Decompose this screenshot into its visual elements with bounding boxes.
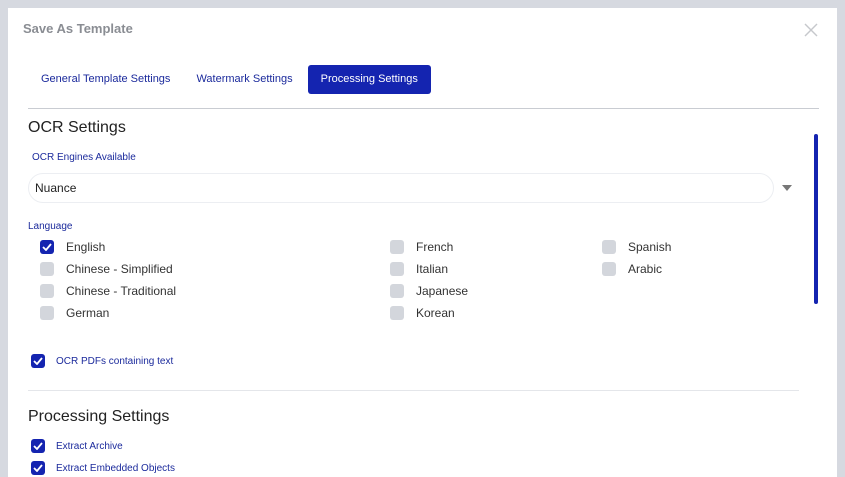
dialog-title: Save As Template [23,21,133,36]
language-option-italian[interactable]: Italian [390,262,448,276]
ocr-pdfs-containing-text-option[interactable]: OCR PDFs containing text [31,354,173,368]
language-label: Language [28,221,73,232]
language-option-french[interactable]: French [390,240,453,254]
language-option-english[interactable]: English [40,240,105,254]
checkmark-icon [33,464,43,472]
checkmark-icon [33,357,43,365]
language-option-chinese-simplified[interactable]: Chinese - Simplified [40,262,173,276]
language-option-japanese[interactable]: Japanese [390,284,468,298]
checkbox[interactable] [31,439,45,453]
checkbox[interactable] [390,284,404,298]
processing-settings-panel: OCR Settings OCR Engines Available Nuanc… [8,109,837,477]
chevron-down-icon[interactable] [782,185,792,191]
checkbox[interactable] [40,262,54,276]
tab-watermark-settings[interactable]: Watermark Settings [183,65,305,94]
checkbox[interactable] [602,262,616,276]
extract-embedded-objects-option[interactable]: Extract Embedded Objects [31,461,175,475]
language-option-label: Japanese [416,284,469,298]
language-option-korean[interactable]: Korean [390,306,455,320]
close-button[interactable] [803,22,819,38]
language-option-label: Chinese - Simplified [66,262,173,276]
ocr-engine-select[interactable]: Nuance [28,173,774,203]
scrollbar-thumb[interactable] [814,134,818,304]
checkbox[interactable] [390,240,404,254]
language-option-label: Italian [416,262,449,276]
extract-archive-label: Extract Archive [56,440,123,452]
language-option-spanish[interactable]: Spanish [602,240,671,254]
checkbox[interactable] [31,354,45,368]
save-as-template-dialog: Save As Template General Template Settin… [8,8,837,477]
section-divider [28,390,799,391]
checkmark-icon [42,243,52,251]
processing-settings-title: Processing Settings [28,408,170,425]
ocr-engines-label: OCR Engines Available [32,152,136,163]
checkbox[interactable] [40,306,54,320]
checkbox[interactable] [40,240,54,254]
checkbox[interactable] [602,240,616,254]
checkbox[interactable] [390,262,404,276]
language-option-label: Korean [416,306,455,320]
checkbox[interactable] [390,306,404,320]
checkbox[interactable] [40,284,54,298]
checkmark-icon [33,442,43,450]
language-option-label: German [66,306,110,320]
language-option-german[interactable]: German [40,306,109,320]
extract-embedded-objects-label: Extract Embedded Objects [56,462,175,474]
ocr-pdfs-label: OCR PDFs containing text [56,355,174,367]
ocr-settings-title: OCR Settings [28,119,126,136]
language-option-label: French [416,240,454,254]
checkbox[interactable] [31,461,45,475]
language-option-label: Spanish [628,240,672,254]
language-option-label: Arabic [628,262,663,276]
tab-bar: General Template Settings Watermark Sett… [28,65,431,94]
tab-processing-settings[interactable]: Processing Settings [307,65,431,94]
language-option-chinese-traditional[interactable]: Chinese - Traditional [40,284,176,298]
language-option-label: Chinese - Traditional [66,284,177,298]
language-option-arabic[interactable]: Arabic [602,262,662,276]
extract-archive-option[interactable]: Extract Archive [31,439,123,453]
close-icon [804,23,818,37]
language-option-label: English [66,240,106,254]
tab-general-template-settings[interactable]: General Template Settings [28,65,183,94]
